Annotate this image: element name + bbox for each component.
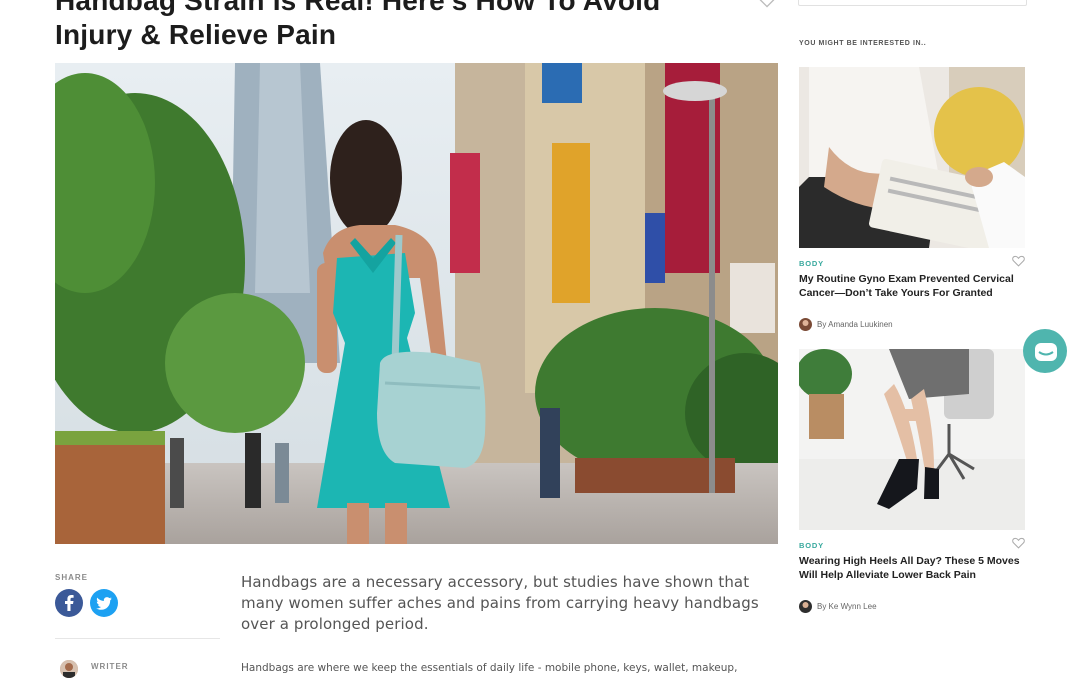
chat-button[interactable] — [1023, 329, 1067, 373]
sidebar-heading: YOU MIGHT BE INTERESTED IN.. — [799, 40, 927, 47]
heart-icon[interactable] — [1012, 537, 1025, 549]
share-label: SHARE — [55, 573, 89, 582]
article-title: Handbag Strain Is Real! Here's How To Av… — [55, 0, 755, 52]
card-category[interactable]: BODY — [799, 259, 824, 268]
share-divider — [55, 638, 220, 639]
article-title-line1: Handbag Strain Is Real! Here's How To Av… — [55, 0, 661, 16]
author-name: By Ke Wynn Lee — [817, 602, 877, 611]
heart-icon[interactable] — [758, 0, 776, 8]
card-title[interactable]: Wearing High Heels All Day? These 5 Move… — [799, 554, 1024, 582]
author-avatar — [799, 318, 812, 331]
author-avatar — [799, 600, 812, 613]
search-input[interactable] — [798, 0, 1027, 6]
writer-label: WRITER — [91, 662, 129, 671]
card-author[interactable]: By Amanda Luukinen — [799, 318, 893, 331]
article-lead: Handbags are a necessary accessory, but … — [241, 573, 759, 633]
article-title-line2: Injury & Relieve Pain — [55, 19, 337, 50]
related-article-image[interactable] — [799, 67, 1025, 248]
related-article-image[interactable] — [799, 349, 1025, 530]
facebook-share-button[interactable] — [55, 589, 83, 617]
facebook-icon — [65, 595, 74, 611]
twitter-icon — [96, 596, 112, 610]
author-name: By Amanda Luukinen — [817, 320, 893, 329]
article-paragraph: Handbags are where we keep the essential… — [241, 662, 738, 674]
twitter-share-button[interactable] — [90, 589, 118, 617]
card-category[interactable]: BODY — [799, 541, 824, 550]
card-title[interactable]: My Routine Gyno Exam Prevented Cervical … — [799, 272, 1024, 300]
card-author[interactable]: By Ke Wynn Lee — [799, 600, 877, 613]
hero-image — [55, 63, 778, 544]
writer-avatar[interactable] — [60, 660, 78, 678]
chat-icon — [1035, 343, 1057, 361]
heart-icon[interactable] — [1012, 255, 1025, 267]
